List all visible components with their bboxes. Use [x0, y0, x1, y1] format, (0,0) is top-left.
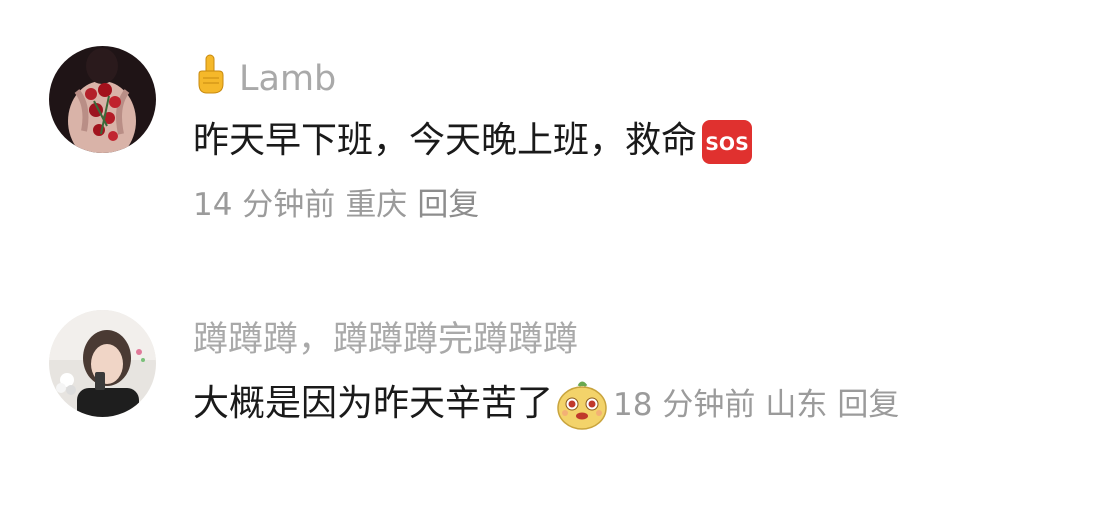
sticker-face-icon	[555, 380, 609, 430]
reply-button[interactable]: 回复	[417, 187, 479, 223]
comment-meta: 18 分钟前 山东 回复	[613, 387, 909, 423]
comment-text-body: 大概是因为昨天辛苦了	[193, 383, 554, 424]
username-text: 蹲蹲蹲，蹲蹲蹲完蹲蹲蹲	[193, 320, 579, 360]
comment-time: 14 分钟前	[193, 187, 336, 223]
sos-icon: SOS	[701, 119, 753, 165]
comment-text-body: 昨天早下班，今天晚上班，救命	[193, 120, 698, 161]
svg-text:SOS: SOS	[705, 133, 749, 155]
comment-meta: 14 分钟前 重庆 回复	[193, 185, 489, 225]
comment-location: 山东	[765, 387, 828, 423]
avatar[interactable]	[49, 46, 156, 153]
avatar[interactable]	[49, 310, 156, 417]
reply-button[interactable]: 回复	[837, 387, 899, 423]
comment-item: Lamb 昨天早下班，今天晚上班，救命 SOS 14 分钟前 重庆 回复	[0, 0, 1108, 250]
pointing-up-hand-icon	[193, 54, 227, 103]
comment-location: 重庆	[345, 187, 408, 223]
comment-text: 昨天早下班，今天晚上班，救命 SOS	[193, 119, 753, 165]
comment-username[interactable]: Lamb	[193, 54, 336, 103]
username-text: Lamb	[239, 59, 337, 99]
comment-item: 蹲蹲蹲，蹲蹲蹲完蹲蹲蹲 大概是因为昨天辛苦了 18 分钟前 山东 回复	[0, 250, 1108, 506]
comment-text: 大概是因为昨天辛苦了 18 分钟前 山东 回复	[193, 380, 909, 430]
comment-time: 18 分钟前	[613, 387, 756, 423]
comment-username[interactable]: 蹲蹲蹲，蹲蹲蹲完蹲蹲蹲	[193, 320, 578, 360]
